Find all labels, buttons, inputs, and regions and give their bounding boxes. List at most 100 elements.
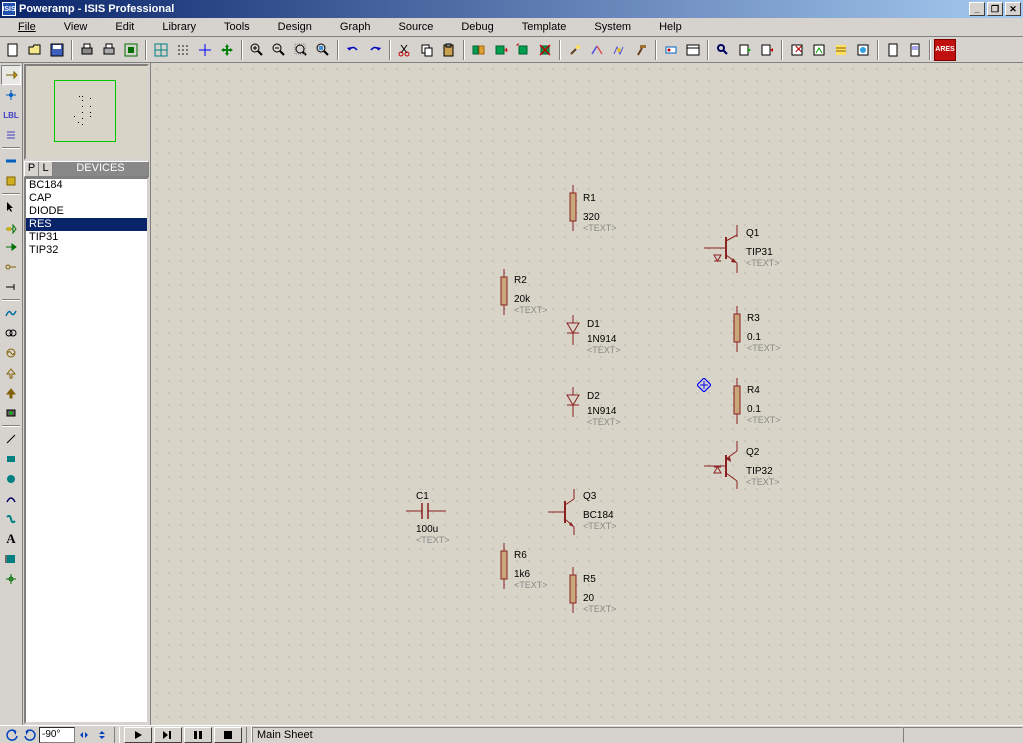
component-mode-button[interactable] <box>1 65 21 85</box>
component-r4[interactable] <box>729 378 745 424</box>
mirror-v-button[interactable] <box>93 727 111 743</box>
component-d2[interactable] <box>564 387 582 417</box>
generator-button[interactable] <box>1 343 21 363</box>
property-button[interactable] <box>682 39 704 61</box>
library-device-button[interactable]: L <box>39 162 53 176</box>
hammer-button[interactable] <box>630 39 652 61</box>
wire-auto-button[interactable] <box>608 39 630 61</box>
selection-button[interactable] <box>1 197 21 217</box>
step-button[interactable] <box>154 727 182 743</box>
component-d1[interactable] <box>564 315 582 345</box>
minimize-button[interactable]: _ <box>969 2 985 16</box>
report-button[interactable] <box>904 39 926 61</box>
redo-button[interactable] <box>364 39 386 61</box>
pick-device-button[interactable]: P <box>25 162 39 176</box>
mark-output-button[interactable] <box>120 39 142 61</box>
grid-button[interactable] <box>172 39 194 61</box>
arc-button[interactable] <box>1 489 21 509</box>
component-q1[interactable] <box>704 225 746 273</box>
ares-button[interactable]: ARES <box>934 39 956 61</box>
list-item[interactable]: TIP32 <box>26 244 147 257</box>
devices-list[interactable]: BC184 CAP DIODE RES TIP31 TIP32 <box>24 177 149 724</box>
component-r6[interactable] <box>496 543 512 589</box>
menu-design[interactable]: Design <box>264 19 326 35</box>
path-button[interactable] <box>1 509 21 529</box>
line-button[interactable] <box>1 429 21 449</box>
component-r3[interactable] <box>729 306 745 352</box>
mirror-h-button[interactable] <box>75 727 93 743</box>
label-button[interactable]: LBL <box>1 105 21 125</box>
list-item[interactable]: DIODE <box>26 205 147 218</box>
wire-button[interactable] <box>586 39 608 61</box>
list-item[interactable]: BC184 <box>26 179 147 192</box>
zoom-in-button[interactable] <box>246 39 268 61</box>
probe-i-button[interactable] <box>1 383 21 403</box>
undo-button[interactable] <box>342 39 364 61</box>
menu-help[interactable]: Help <box>645 19 696 35</box>
refresh-button[interactable] <box>150 39 172 61</box>
import-button[interactable] <box>734 39 756 61</box>
open-button[interactable] <box>24 39 46 61</box>
copy-button[interactable] <box>416 39 438 61</box>
circle-button[interactable] <box>1 469 21 489</box>
rotate-cw-button[interactable] <box>21 727 39 743</box>
menu-template[interactable]: Template <box>508 19 581 35</box>
symbol-button[interactable] <box>1 549 21 569</box>
pin-button[interactable] <box>1 277 21 297</box>
newdoc-button[interactable] <box>882 39 904 61</box>
menu-system[interactable]: System <box>580 19 645 35</box>
netlist-button[interactable] <box>808 39 830 61</box>
probe-v-button[interactable] <box>1 363 21 383</box>
menu-tools[interactable]: Tools <box>210 19 264 35</box>
search-button[interactable] <box>712 39 734 61</box>
component-q2[interactable] <box>704 441 746 489</box>
menu-library[interactable]: Library <box>148 19 210 35</box>
cut-button[interactable] <box>394 39 416 61</box>
maximize-button[interactable]: ❐ <box>987 2 1003 16</box>
subcircuit-button[interactable] <box>1 171 21 191</box>
block-rotate-button[interactable] <box>512 39 534 61</box>
zoom-all-button[interactable] <box>290 39 312 61</box>
component-r5[interactable] <box>565 567 581 613</box>
pick-button[interactable] <box>564 39 586 61</box>
terminal-button[interactable] <box>1 257 21 277</box>
component-r2[interactable] <box>496 269 512 315</box>
toggle-tool-button[interactable] <box>660 39 682 61</box>
overview-window[interactable] <box>24 64 149 160</box>
marker-button[interactable] <box>1 569 21 589</box>
pause-button[interactable] <box>184 727 212 743</box>
junction-button[interactable] <box>1 85 21 105</box>
print-button[interactable] <box>98 39 120 61</box>
close-button[interactable]: ✕ <box>1005 2 1021 16</box>
save-button[interactable] <box>46 39 68 61</box>
component-r1[interactable] <box>565 185 581 231</box>
block-move-button[interactable] <box>490 39 512 61</box>
instrument-button[interactable] <box>1 403 21 423</box>
list-item[interactable]: RES <box>26 218 147 231</box>
export-button[interactable] <box>756 39 778 61</box>
print-area-button[interactable] <box>76 39 98 61</box>
menu-graph[interactable]: Graph <box>326 19 385 35</box>
menu-edit[interactable]: Edit <box>101 19 148 35</box>
box-button[interactable] <box>1 449 21 469</box>
compile-button[interactable] <box>852 39 874 61</box>
bus-button[interactable] <box>1 151 21 171</box>
angle-input[interactable] <box>39 727 75 743</box>
new-button[interactable] <box>2 39 24 61</box>
decoration-symbol-button[interactable] <box>1 237 21 257</box>
paste-button[interactable] <box>438 39 460 61</box>
menu-source[interactable]: Source <box>385 19 448 35</box>
part-button[interactable] <box>1 217 21 237</box>
menu-file[interactable]: File <box>4 19 50 35</box>
zoom-area-button[interactable] <box>312 39 334 61</box>
origin-button[interactable] <box>194 39 216 61</box>
block-copy-button[interactable] <box>468 39 490 61</box>
text-button[interactable]: A <box>1 529 21 549</box>
tape-button[interactable] <box>1 323 21 343</box>
zoom-out-button[interactable] <box>268 39 290 61</box>
erc-button[interactable]: ✕ <box>786 39 808 61</box>
rotate-ccw-button[interactable] <box>3 727 21 743</box>
script-button[interactable] <box>1 125 21 145</box>
bom-button[interactable] <box>830 39 852 61</box>
menu-view[interactable]: View <box>50 19 102 35</box>
